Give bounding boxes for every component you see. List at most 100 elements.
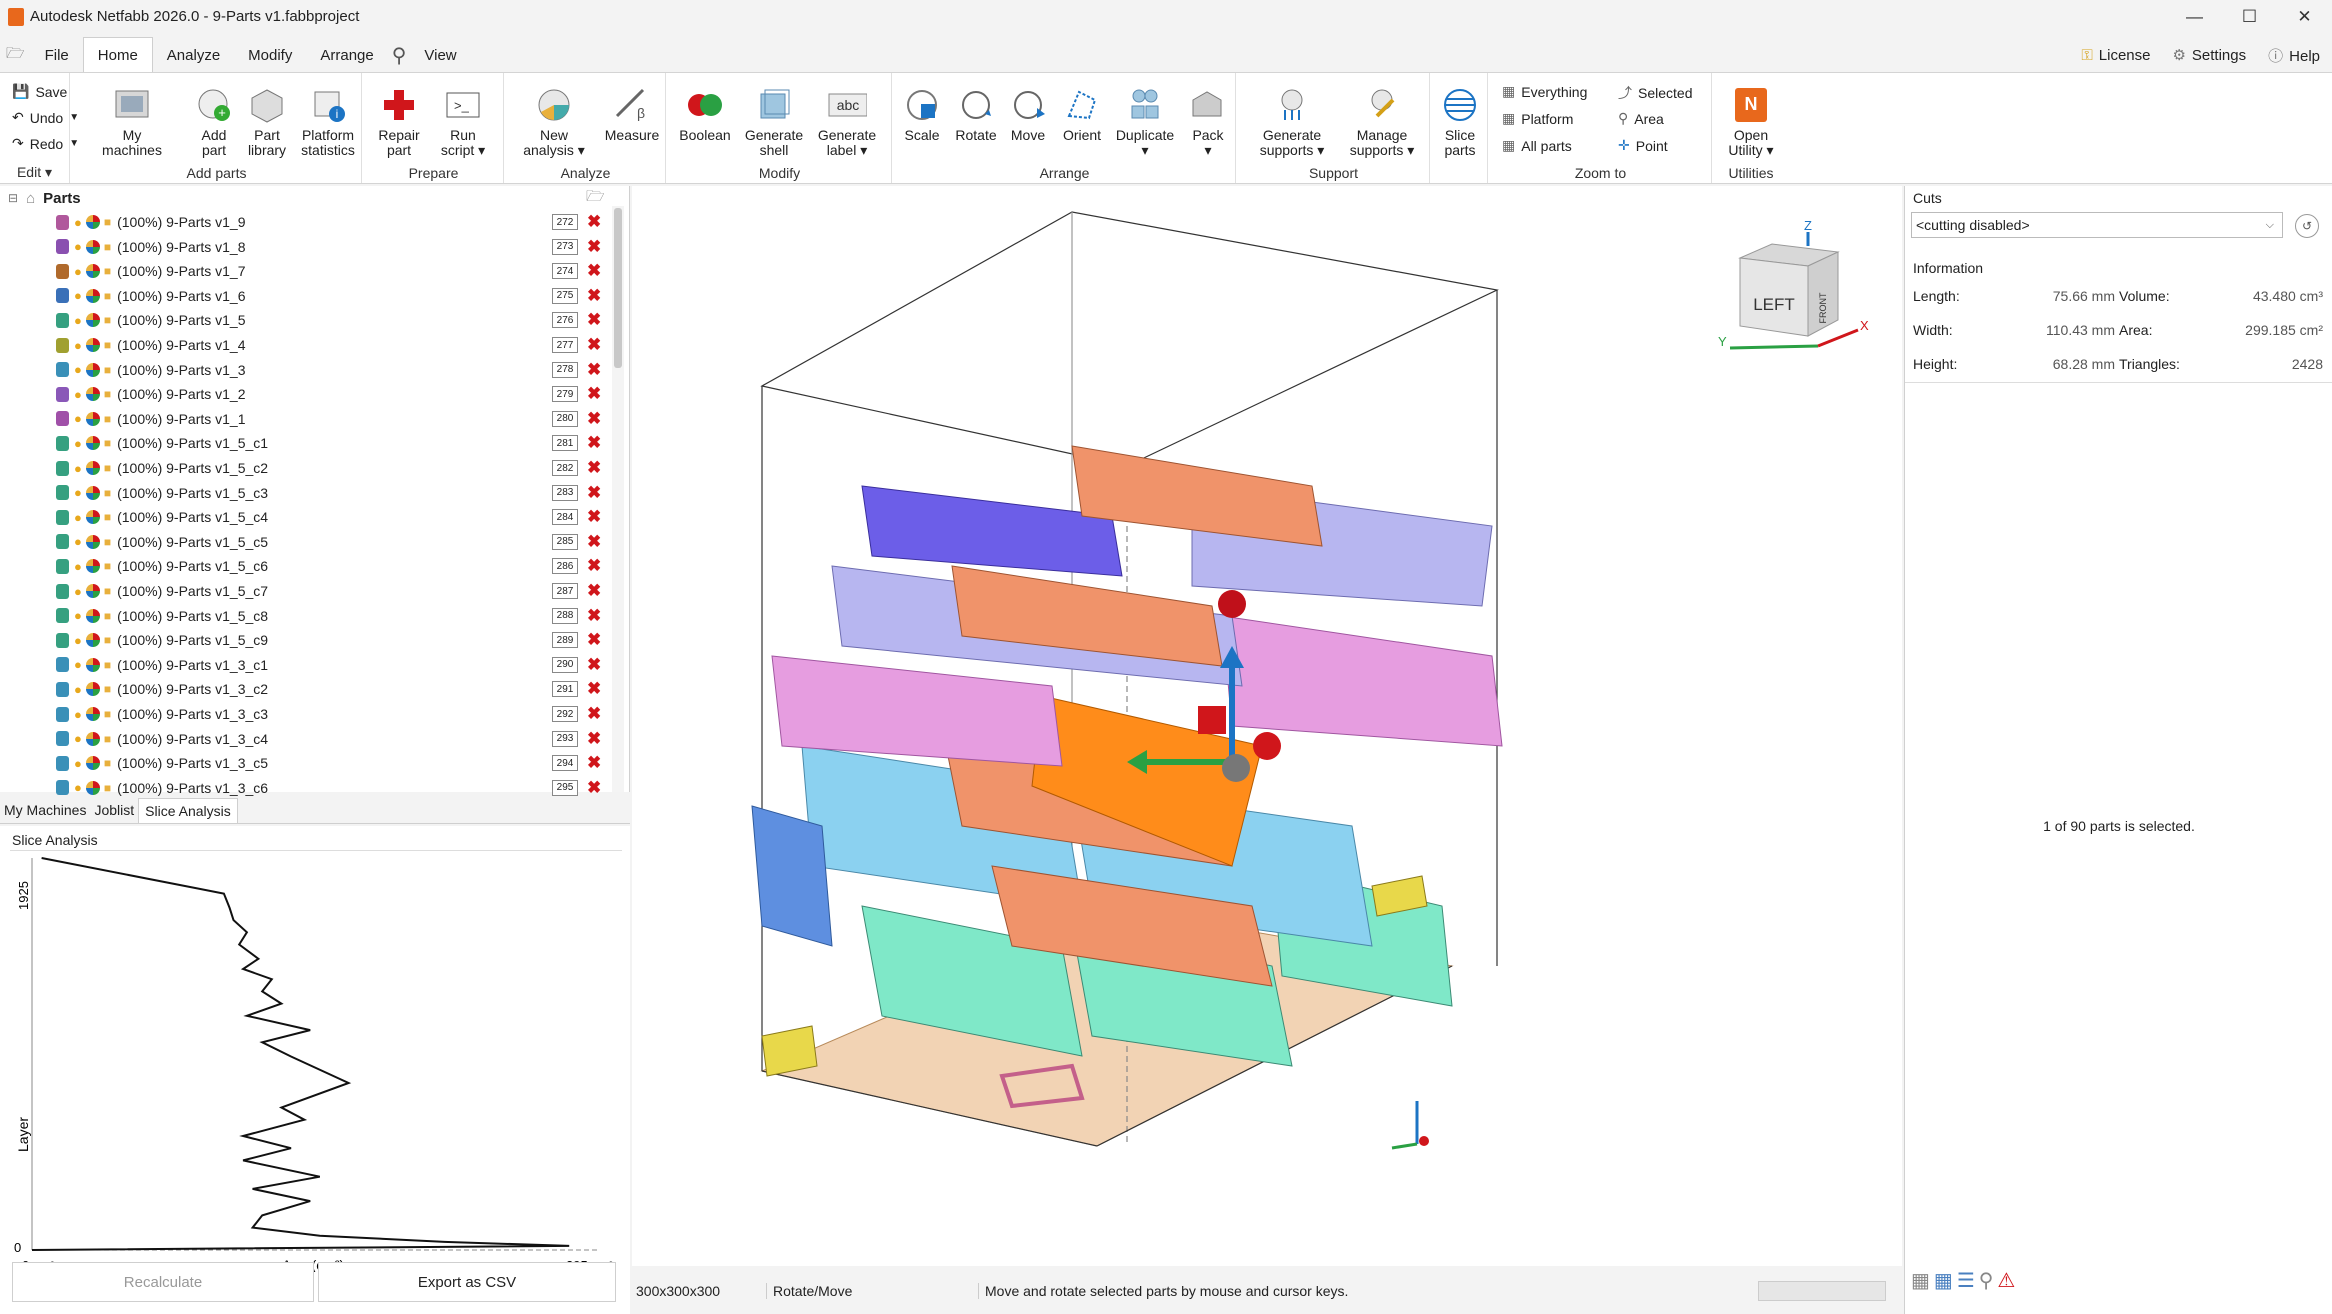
part-library-button[interactable]: Part library — [242, 85, 292, 158]
lock-icon[interactable]: ■ — [104, 732, 111, 746]
analysis-pie-icon[interactable] — [85, 510, 100, 525]
delete-part-icon[interactable]: ✖ — [587, 310, 601, 330]
parts-scrollbar[interactable] — [612, 206, 624, 792]
analysis-pie-icon[interactable] — [85, 411, 100, 426]
move-button[interactable]: Move — [1006, 85, 1050, 143]
analysis-pie-icon[interactable] — [85, 633, 100, 648]
lightbulb-icon[interactable]: ● — [74, 387, 82, 402]
delete-part-icon[interactable]: ✖ — [587, 261, 601, 281]
analysis-pie-icon[interactable] — [85, 707, 100, 721]
zoom-selected-button[interactable]: ⤴ Selected — [1618, 83, 1692, 103]
lock-icon[interactable]: ■ — [104, 240, 111, 254]
3d-viewport[interactable]: LEFT FRONT Y X Z — [632, 186, 1902, 1266]
build-scene[interactable]: LEFT FRONT Y X Z — [632, 186, 1902, 1266]
duplicate-button[interactable]: Duplicate ▾ — [1112, 85, 1178, 158]
export-csv-button[interactable]: Export as CSV — [318, 1262, 616, 1302]
lock-icon[interactable]: ■ — [104, 387, 111, 401]
lock-icon[interactable]: ■ — [104, 412, 111, 426]
open-utility-button[interactable]: N Open Utility ▾ — [1720, 85, 1782, 158]
save-button[interactable]: 💾 Save — [12, 83, 67, 100]
lock-icon[interactable]: ■ — [104, 264, 111, 278]
lightbulb-icon[interactable]: ● — [74, 534, 82, 549]
part-tree-row[interactable]: ● ■ (100%) 9-Parts v1_3_c2 291 ✖ — [0, 677, 620, 701]
redo-button[interactable]: ↷ Redo ▼ — [12, 135, 79, 152]
analysis-pie-icon[interactable] — [85, 288, 100, 303]
lightbulb-icon[interactable]: ● — [74, 264, 82, 279]
part-tree-row[interactable]: ● ■ (100%) 9-Parts v1_5_c2 282 ✖ — [0, 456, 620, 480]
analysis-pie-icon[interactable] — [85, 608, 100, 623]
delete-part-icon[interactable]: ✖ — [587, 655, 601, 675]
my-machines-button[interactable]: My machines — [102, 85, 162, 158]
lock-icon[interactable]: ■ — [104, 289, 111, 303]
zoom-all-parts-button[interactable]: ▦ All parts — [1502, 137, 1572, 154]
analysis-pie-icon[interactable] — [85, 780, 100, 795]
generate-supports-button[interactable]: Generate supports ▾ — [1252, 85, 1332, 158]
lock-icon[interactable]: ■ — [104, 633, 111, 647]
tab-my-machines[interactable]: My Machines — [0, 798, 90, 823]
part-tree-row[interactable]: ● ■ (100%) 9-Parts v1_3_c4 293 ✖ — [0, 727, 620, 751]
part-v1_6-blue[interactable] — [751, 805, 833, 947]
part-tree-row[interactable]: ● ■ (100%) 9-Parts v1_1 280 ✖ — [0, 407, 620, 431]
part-tree-row[interactable]: ● ■ (100%) 9-Parts v1_2 279 ✖ — [0, 382, 620, 406]
lock-icon[interactable]: ■ — [104, 609, 111, 623]
analysis-pie-icon[interactable] — [85, 215, 100, 229]
part-tree-row[interactable]: ● ■ (100%) 9-Parts v1_3_c3 292 ✖ — [0, 702, 620, 726]
parts-stack[interactable] — [751, 445, 1503, 1109]
add-cut-icon[interactable]: ▦ — [1911, 1268, 1930, 1293]
scale-button[interactable]: Scale — [900, 85, 944, 143]
part-tree-row[interactable]: ● ■ (100%) 9-Parts v1_3_c1 290 ✖ — [0, 653, 620, 677]
delete-part-icon[interactable]: ✖ — [587, 729, 601, 749]
analysis-pie-icon[interactable] — [85, 264, 100, 279]
delete-part-icon[interactable]: ✖ — [587, 409, 601, 429]
part-tree-row[interactable]: ● ■ (100%) 9-Parts v1_5_c5 285 ✖ — [0, 530, 620, 554]
lock-icon[interactable]: ■ — [104, 338, 111, 352]
search-icon[interactable]: ⚲ — [388, 37, 411, 73]
tab-home[interactable]: Home — [82, 37, 153, 73]
lock-icon[interactable]: ■ — [104, 756, 111, 770]
analysis-pie-icon[interactable] — [85, 338, 100, 352]
search-cut-icon[interactable]: ⚲ — [1979, 1268, 1994, 1293]
lightbulb-icon[interactable]: ● — [74, 682, 82, 697]
part-tree-row[interactable]: ● ■ (100%) 9-Parts v1_5_c1 281 ✖ — [0, 431, 620, 455]
part-tree-row[interactable]: ● ■ (100%) 9-Parts v1_5_c8 288 ✖ — [0, 604, 620, 628]
analysis-pie-icon[interactable] — [85, 682, 100, 697]
delete-part-icon[interactable]: ✖ — [587, 212, 601, 232]
zoom-platform-button[interactable]: ▦ Platform — [1502, 110, 1573, 127]
tab-view[interactable]: View — [410, 37, 470, 73]
delete-part-icon[interactable]: ✖ — [587, 532, 601, 552]
lock-icon[interactable]: ■ — [104, 682, 111, 696]
recalculate-button[interactable]: Recalculate — [12, 1262, 314, 1302]
analysis-pie-icon[interactable] — [85, 239, 100, 254]
part-tree-row[interactable]: ● ■ (100%) 9-Parts v1_5_c3 283 ✖ — [0, 481, 620, 505]
warning-cut-icon[interactable]: ⚠ — [1997, 1268, 2015, 1293]
open-folder-icon[interactable]: 🗁 — [0, 37, 31, 73]
part-tree-row[interactable]: ● ■ (100%) 9-Parts v1_5_c6 286 ✖ — [0, 554, 620, 578]
group-label-edit[interactable]: Edit ▾ — [0, 164, 69, 181]
manage-supports-button[interactable]: Manage supports ▾ — [1342, 85, 1422, 158]
lightbulb-icon[interactable]: ● — [74, 559, 82, 574]
run-script-button[interactable]: >_ Run script ▾ — [438, 85, 488, 158]
lock-icon[interactable]: ■ — [104, 461, 111, 475]
lightbulb-icon[interactable]: ● — [74, 239, 82, 254]
part-tree-row[interactable]: ● ■ (100%) 9-Parts v1_7 274 ✖ — [0, 259, 620, 283]
lightbulb-icon[interactable]: ● — [74, 362, 82, 377]
tab-arrange[interactable]: Arrange — [306, 37, 387, 73]
tab-file[interactable]: File — [31, 37, 83, 73]
parts-scrollbar-thumb[interactable] — [614, 208, 622, 368]
lock-icon[interactable]: ■ — [104, 215, 111, 229]
delete-part-icon[interactable]: ✖ — [587, 286, 601, 306]
lock-icon[interactable]: ■ — [104, 658, 111, 672]
pack-button[interactable]: Pack ▾ — [1186, 85, 1230, 158]
lightbulb-icon[interactable]: ● — [74, 288, 82, 303]
delete-part-icon[interactable]: ✖ — [587, 433, 601, 453]
lock-icon[interactable]: ■ — [104, 486, 111, 500]
lightbulb-icon[interactable]: ● — [74, 436, 82, 451]
lightbulb-icon[interactable]: ● — [74, 215, 82, 230]
part-tree-row[interactable]: ● ■ (100%) 9-Parts v1_5_c9 289 ✖ — [0, 628, 620, 652]
part-tree-row[interactable]: ● ■ (100%) 9-Parts v1_5 276 ✖ — [0, 308, 620, 332]
lightbulb-icon[interactable]: ● — [74, 780, 82, 795]
part-v1_1-pink[interactable] — [1221, 615, 1503, 747]
delete-part-icon[interactable]: ✖ — [587, 704, 601, 724]
delete-part-icon[interactable]: ✖ — [587, 606, 601, 626]
undo-button[interactable]: ↶ Undo ▼ — [12, 109, 79, 126]
